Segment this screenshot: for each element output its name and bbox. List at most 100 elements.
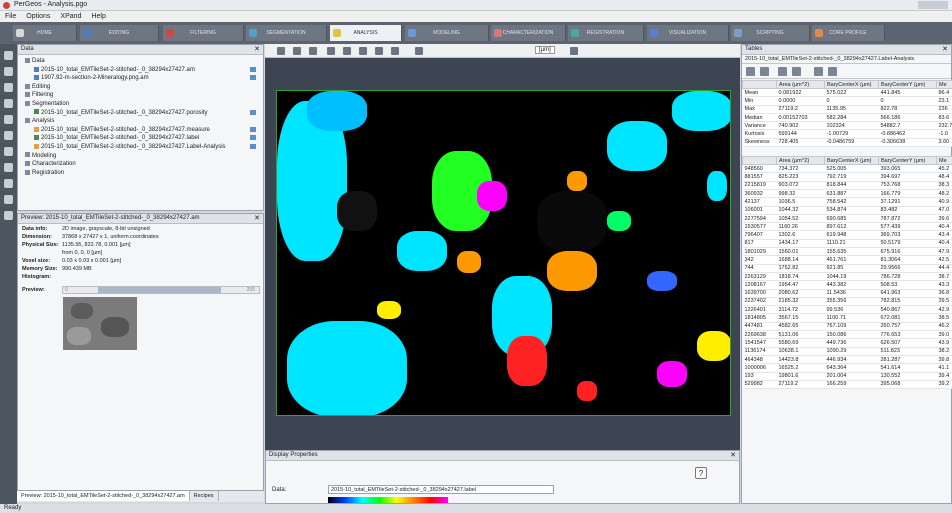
table-row[interactable]: 1541547 5580.69 449.736 626.507 43.9 [742,338,952,348]
visibility-icon[interactable] [250,75,256,81]
camera-icon[interactable] [4,179,13,188]
table-row[interactable]: 447481 4582.65 767.109 260.757 46.2 [742,322,952,332]
table-row[interactable]: Skewness 728.405 -0.0486759 -0.306638 3.60 [742,138,952,148]
table-row[interactable]: 193 19801.6 201.004 130.552 39.4 [742,372,952,381]
column-header[interactable]: Area (µm^2) [776,156,825,166]
tree-item[interactable]: 2015-10_total_EMTileSet-2-stitched-_0_38… [21,126,260,135]
visibility-icon[interactable] [250,109,256,115]
table-row[interactable]: Median 0.00152703 582.284 566.186 83.6 [742,113,952,123]
zoom-icon[interactable] [327,47,335,55]
pointer-icon[interactable] [277,47,285,55]
column-header[interactable] [742,156,777,166]
up-arrow-icon[interactable] [778,67,787,76]
table-row[interactable]: 1801029 1560.01 155.635 675.916 47.9 [742,247,952,257]
table-row[interactable]: 342 1688.14 461.761 81.3064 42.5 [742,255,952,265]
tab-visualization[interactable]: VISUALIZATION [647,25,729,41]
export-icon[interactable] [746,67,755,76]
tree-item[interactable]: 2015-10_total_EMTileSet-2-stitched-_0_38… [21,143,260,152]
window-controls[interactable] [918,1,948,9]
table-row[interactable]: 2277594 1054.52 690.685 787.872 39.6 [742,214,952,224]
table-row[interactable]: 1639700 2080.62 11.5436 641.963 36.8 [742,289,952,298]
table-row[interactable]: 817 1434.17 1110.21 50.5179 40.4 [742,239,952,249]
visibility-icon[interactable] [250,126,256,132]
link-icon[interactable] [4,163,13,172]
data-select[interactable]: 2015-10_total_EMTileSet-2-stitched-_0_38… [328,485,554,494]
table-row[interactable]: 360932 998.32 631.887 166.779 48.2 [742,189,952,199]
table-row[interactable]: 1136174 10638.1 1090.29 511.823 38.2 [742,347,952,356]
list-icon[interactable] [4,83,13,92]
column-header[interactable]: BaryCenterY (µm) [878,80,937,89]
close-icon[interactable]: ✕ [942,45,948,53]
table-row[interactable]: 2269638 5131.06 150.086 776.653 39.0 [742,330,952,340]
table-row[interactable]: 2263129 1818.74 1044.19 786.728 38.7 [742,272,952,282]
tree-item[interactable]: 2015-10_total_EMTileSet-2-stitched-_0_38… [21,134,260,143]
tree-item[interactable]: 1907.92-m-section-2-Mineralogy.png.am [21,74,260,83]
help-button[interactable]: ? [695,467,707,479]
tab-preview[interactable]: Preview: 2015-10_total_EMTileSet-2-stitc… [17,491,190,501]
expand-icon[interactable] [4,67,13,76]
seek-icon[interactable] [359,47,367,55]
tab-recipes[interactable]: Recipes [190,491,219,501]
user-icon[interactable] [4,195,13,204]
tree-item[interactable]: Editing [21,83,260,92]
snapshot-icon[interactable] [570,47,578,55]
menu-options[interactable]: Options [21,12,55,20]
table-row[interactable]: Variance 740.902 102324 54882.7 232.7 [742,121,952,131]
table-row[interactable]: 1530577 1160.26 897.612 577.439 40.4 [742,222,952,232]
viewer[interactable]: [µm] [265,44,740,450]
home-view-icon[interactable] [391,47,399,55]
table-row[interactable]: 744 1762.82 921.85 29.9566 44.4 [742,264,952,273]
unit-select[interactable]: [µm] [535,46,555,54]
tab-analysis[interactable]: ANALYSIS [330,25,402,41]
tab-registration[interactable]: REGISTRATION [568,25,644,41]
table-row[interactable]: 464348 14423.8 446.934 281.287 39.8 [742,355,952,365]
colormap-bar[interactable] [328,497,448,503]
rotate-icon[interactable] [343,47,351,55]
move-icon[interactable] [309,47,317,55]
help-icon[interactable] [4,115,13,124]
tab-editing[interactable]: EDITING [80,25,159,41]
table-row[interactable]: Kurtosis 599144 -1.00729 -0.886462 -1.0 [742,129,952,139]
table-row[interactable]: 106001 1044.32 534.874 83.482 47.0 [742,206,952,215]
down-arrow-icon[interactable] [792,67,801,76]
tree-item[interactable]: Segmentation [21,100,260,109]
table-row[interactable]: 881557 825.223 792.719 394.697 48.4 [742,172,952,182]
table-row[interactable]: 796407 1302.6 619.948 369.703 43.4 [742,230,952,240]
table-row[interactable]: 1000006 16525.2 643.364 541.614 41.1 [742,363,952,373]
visibility-icon[interactable] [250,135,256,141]
tab-modeling[interactable]: MODELING [405,25,489,41]
settings-icon[interactable] [828,67,837,76]
table-row[interactable]: 2215819 903.072 818.844 753.768 38.3 [742,181,952,190]
histogram-icon[interactable] [814,67,823,76]
column-header[interactable]: BaryCenterX (µm) [824,156,879,166]
close-icon[interactable]: ✕ [730,451,736,459]
pan-icon[interactable] [293,47,301,55]
tab-home[interactable]: HOME [13,25,77,41]
layers-icon[interactable] [4,131,13,140]
column-header[interactable]: BaryCenterX (µm) [824,80,879,89]
tab-scripting[interactable]: SCRIPTING [731,25,810,41]
tab-characterization[interactable]: CHARACTERIZATION [491,25,566,41]
tab-segmentation[interactable]: SEGMENTATION [246,25,327,41]
tree-item[interactable]: Analysis [21,117,260,126]
tree-item[interactable]: Modeling [21,152,260,161]
copy-icon[interactable] [760,67,769,76]
menu-help[interactable]: Help [86,12,110,20]
table-row[interactable]: 42137 1036.5 758.542 37.1291 40.9 [742,197,952,207]
column-header[interactable]: Area (µm^2) [776,80,825,89]
column-header[interactable] [742,80,777,89]
tree-item[interactable]: 2015-10_total_EMTileSet-2-stitched-_0_38… [21,109,260,118]
table-row[interactable]: 1208167 1954.47 443.382 508.53 43.3 [742,280,952,290]
measure-icon[interactable] [415,47,423,55]
close-icon[interactable]: ✕ [254,214,260,222]
table-row[interactable]: Max 27119.2 1135.95 822.78 236 [742,105,952,114]
tree-item[interactable]: Filtering [21,91,260,100]
menu-file[interactable]: File [0,12,21,20]
close-icon[interactable]: ✕ [254,45,260,53]
tree-item[interactable]: Data [21,57,260,66]
table-row[interactable]: 1226401 3114.72 99.536 540.867 42.9 [742,305,952,315]
table-row[interactable]: Min 0.0000 0 0 23.1 [742,96,952,106]
home-icon[interactable] [4,51,13,60]
table-row[interactable]: 948560 734.372 525.005 393.065 45.2 [742,164,952,174]
grid-icon[interactable] [4,99,13,108]
